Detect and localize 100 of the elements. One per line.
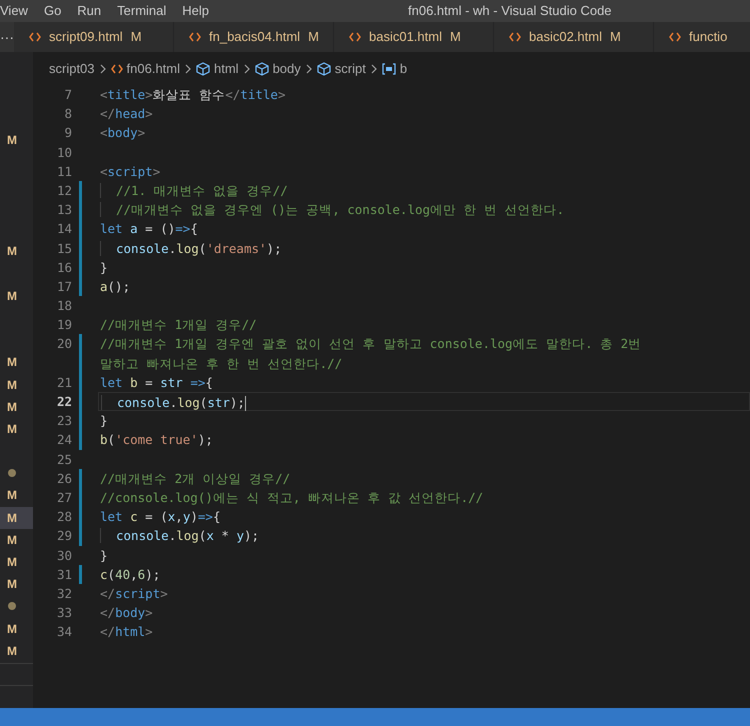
line-number: 19	[56, 316, 73, 334]
code-line: </html>	[100, 624, 153, 640]
line-number: 20	[56, 335, 73, 354]
line-number: 14	[56, 220, 73, 238]
code-line: }	[100, 548, 108, 562]
chevron-right-icon	[244, 64, 250, 74]
code-line: console.log('dreams');	[100, 240, 282, 256]
modified-label: M	[7, 376, 17, 394]
code-line: //매개변수 없을 경우엔 ()는 공백, console.log에만 한 번 선언한다.	[100, 202, 564, 218]
modified-label: M	[7, 420, 17, 438]
line-number: 22	[56, 393, 73, 411]
editor-tab[interactable]: fn_bacis04.html M	[174, 22, 334, 52]
cube-icon	[196, 62, 210, 76]
line-number: 8	[63, 105, 73, 124]
code-line: a();	[100, 278, 130, 294]
modified-label: M	[7, 620, 17, 638]
code-file-icon	[29, 32, 41, 42]
code-line: b('come true');	[100, 432, 213, 448]
modified-label: M	[7, 132, 17, 150]
line-number: 28	[56, 508, 73, 526]
modified-label: M	[610, 28, 621, 46]
explorer-row[interactable]: M	[0, 506, 33, 529]
line-number: 27	[56, 488, 73, 507]
modified-label: M	[7, 487, 17, 504]
modified-label: M	[7, 510, 17, 527]
editor-tab[interactable]: script09.html M	[14, 22, 174, 52]
modified-label: M	[130, 28, 142, 46]
line-number: 13	[56, 201, 73, 220]
breadcrumb-item[interactable]: b	[382, 58, 408, 78]
breadcrumb-item[interactable]: fn06.html	[110, 58, 180, 78]
modified-label: M	[7, 532, 17, 549]
breadcrumb-item[interactable]: html	[196, 58, 239, 78]
code-line: console.log(x * y);	[100, 528, 260, 544]
modified-label: M	[7, 576, 17, 594]
editor-tab[interactable]: functio	[654, 22, 750, 52]
line-number: 29	[56, 527, 73, 546]
line-number: 18	[56, 297, 73, 316]
modified-label: M	[7, 554, 17, 572]
chevron-right-icon	[370, 64, 377, 74]
variable-icon	[382, 62, 396, 74]
line-number: 34	[56, 623, 73, 642]
modified-label: M	[450, 28, 461, 46]
cube-icon	[316, 62, 331, 76]
code-line: //매개변수 1개일 경우엔 괄호 없이 선언 후 말하고 console.log에도 말한다. 총 2번	[100, 336, 642, 352]
chevron-right-icon	[100, 64, 106, 74]
breadcrumb-item[interactable]: script	[316, 58, 366, 78]
line-number: 31	[56, 566, 73, 584]
menu-item[interactable]: View	[0, 1, 36, 21]
tab-label: script09.html	[49, 28, 123, 46]
line-number: 32	[56, 584, 73, 603]
line-number: 7	[63, 86, 73, 104]
chevron-right-icon	[185, 64, 192, 74]
code-file-icon	[509, 32, 521, 42]
modified-label: M	[7, 243, 17, 260]
tab-label: basic01.html	[369, 28, 442, 46]
editor-tab[interactable]: basic01.html M	[334, 22, 494, 52]
git-gutter-mark	[79, 564, 82, 584]
code-line: //1. 매개변수 없을 경우//	[100, 182, 288, 198]
code-line: }	[100, 260, 108, 275]
text-cursor	[244, 396, 246, 412]
breadcrumb-item[interactable]: script03	[49, 58, 95, 78]
code-line: //매개변수 2개 이상일 경우//	[100, 470, 290, 486]
menu-item[interactable]: Go	[36, 1, 70, 21]
modified-label: M	[7, 288, 17, 305]
window-title: fn06.html - wh - Visual Studio Code	[408, 2, 612, 20]
line-number: 16	[56, 258, 73, 277]
chevron-right-icon	[306, 64, 312, 74]
line-number: 21	[56, 374, 73, 392]
code-file-icon	[669, 32, 681, 42]
modified-label: M	[7, 642, 17, 660]
modified-label: M	[7, 354, 17, 372]
code-line: let b = str =>{	[100, 374, 213, 390]
code-line: <title>화살표 함수</title>	[100, 87, 286, 102]
menu-item[interactable]: Help	[174, 1, 218, 21]
code-file-icon	[349, 32, 361, 42]
tab-label: basic02.html	[529, 28, 602, 46]
menu-item[interactable]: Run	[69, 1, 110, 21]
tab-label: fn_bacis04.html	[209, 28, 300, 46]
code-line: }	[100, 413, 108, 428]
line-number: 9	[63, 124, 73, 142]
modified-label: M	[7, 398, 17, 416]
code-line: let a = ()=>{	[100, 221, 198, 236]
code-line: <body>	[100, 125, 146, 140]
code-line: </head>	[100, 106, 153, 122]
code-line: </body>	[100, 605, 153, 620]
cube-icon	[254, 62, 269, 76]
editor-tab[interactable]: basic02.html M	[494, 22, 654, 52]
line-number: 30	[56, 546, 73, 564]
breadcrumb-item[interactable]: body	[254, 58, 301, 78]
line-number: 11	[56, 162, 73, 181]
code-file-icon	[110, 64, 123, 74]
menu-item[interactable]: Terminal	[109, 1, 174, 21]
line-number: 33	[56, 604, 73, 622]
line-number: 10	[56, 144, 73, 162]
code-line: </script>	[100, 586, 168, 601]
code-line: 말하고 빠져나온 후 한 번 선언한다.//	[100, 356, 342, 371]
code-line: //매개변수 1개일 경우//	[100, 317, 257, 332]
more-actions-button[interactable]: ···	[0, 22, 14, 52]
code-line: //console.log()에는 식 적고, 빠져나온 후 값 선언한다.//	[100, 490, 484, 505]
line-number: 23	[56, 412, 73, 430]
